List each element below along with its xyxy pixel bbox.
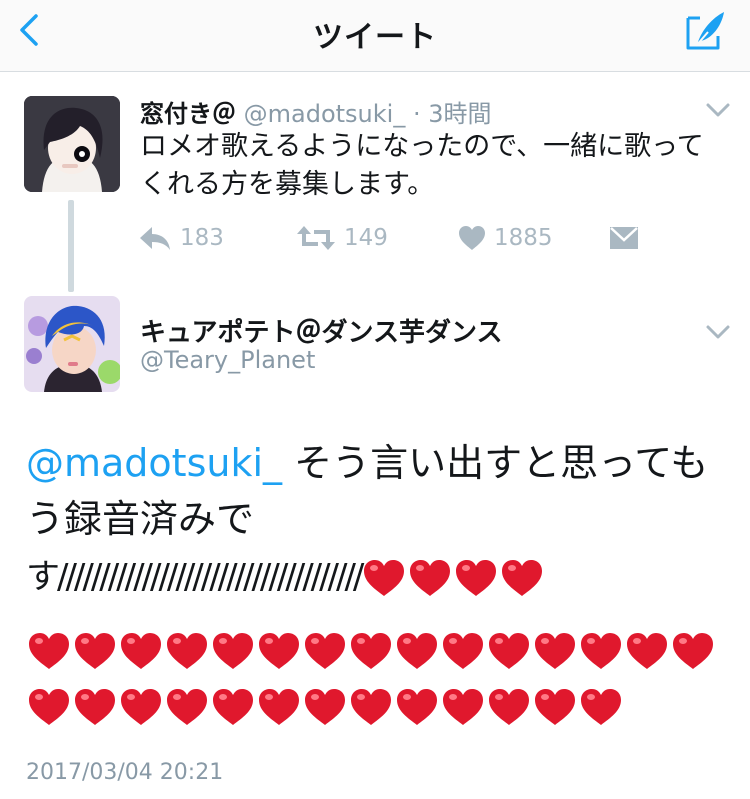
like-heart-icon [459, 226, 485, 250]
tweet2-text-line: す//////////////////////////////////// [26, 547, 726, 605]
retweet-button[interactable]: 149 [296, 218, 388, 258]
tweet1-text-line: ロメオ歌えるようになったので、一緒に歌って [140, 131, 704, 162]
red-heart-emoji-icon [443, 688, 483, 725]
tweet1-time: 3時間 [428, 100, 492, 128]
heart-emoji-block [26, 620, 726, 732]
red-heart-emoji-icon [397, 632, 437, 669]
tweet2-text: @madotsuki_ そう言い出すと思っても う録音済みで す////////… [26, 435, 726, 605]
tweet1-separator: · [405, 100, 429, 128]
red-heart-emoji-icon [75, 688, 115, 725]
thread-connector [68, 200, 74, 292]
red-heart-emoji-icon [75, 632, 115, 669]
red-heart-emoji-icon [397, 688, 437, 725]
tweet2-timestamp: 2017/03/04 20:21 [26, 760, 224, 785]
red-heart-emoji-icon [305, 632, 345, 669]
red-heart-emoji-icon [29, 688, 69, 725]
tweet2-text-line: う録音済みで [26, 497, 255, 541]
tweet2-text-segment: す//////////////////////////////////// [26, 557, 364, 597]
tweet2-text-segment: そう言い出すと思っても [282, 441, 709, 485]
red-heart-emoji-icon [443, 632, 483, 669]
red-heart-emoji-icon [213, 688, 253, 725]
tweet1-display-name[interactable]: 窓付き＠ [140, 100, 236, 128]
avatar[interactable] [24, 96, 120, 192]
like-count: 1885 [494, 225, 553, 251]
reply-button[interactable]: 183 [138, 218, 224, 258]
red-heart-emoji-icon [259, 688, 299, 725]
red-heart-emoji-icon [502, 559, 543, 596]
mention-link[interactable]: @madotsuki_ [26, 441, 282, 485]
tweet2-chevron-down-icon[interactable] [704, 322, 732, 342]
red-heart-emoji-icon [351, 688, 391, 725]
red-heart-emoji-icon [29, 632, 69, 669]
avatar[interactable] [24, 296, 120, 392]
tweet1-header: 窓付き＠ @madotsuki_ · 3時間 [140, 94, 492, 129]
direct-message-button[interactable] [608, 218, 640, 258]
tweet1-text-line: くれる方を募集します。 [140, 169, 435, 200]
red-heart-emoji-icon [581, 632, 621, 669]
avatar-image [24, 296, 120, 392]
red-heart-emoji-icon [673, 632, 713, 669]
tweet1-handle[interactable]: @madotsuki_ [244, 100, 406, 128]
reply-icon [140, 227, 170, 250]
page-title: ツイート [313, 20, 437, 55]
tweet2-text-line: @madotsuki_ そう言い出すと思っても [26, 435, 726, 491]
heart-emoji-row [26, 676, 726, 732]
red-heart-emoji-icon [410, 559, 451, 596]
retweet-icon [297, 226, 335, 250]
red-heart-emoji-icon [535, 688, 575, 725]
tweet1-text: ロメオ歌えるようになったので、一緒に歌って くれる方を募集します。 [140, 128, 730, 204]
tweet1-chevron-down-icon[interactable] [704, 100, 732, 120]
red-heart-emoji-icon [351, 632, 391, 669]
heart-emoji-group [361, 553, 545, 597]
red-heart-emoji-icon [456, 559, 497, 596]
nav-bar: ツイート [0, 0, 750, 72]
red-heart-emoji-icon [167, 632, 207, 669]
red-heart-emoji-icon [581, 688, 621, 725]
envelope-icon [610, 227, 638, 249]
red-heart-emoji-icon [121, 632, 161, 669]
red-heart-emoji-icon [489, 688, 529, 725]
compose-tweet-icon[interactable] [684, 8, 728, 52]
heart-emoji-row [26, 620, 726, 676]
tweet2-display-name[interactable]: キュアポテト＠ダンス芋ダンス [140, 312, 502, 349]
tweet2-handle[interactable]: @Teary_Planet [140, 346, 315, 374]
red-heart-emoji-icon [121, 688, 161, 725]
red-heart-emoji-icon [489, 632, 529, 669]
red-heart-emoji-icon [259, 632, 299, 669]
red-heart-emoji-icon [535, 632, 575, 669]
like-button[interactable]: 1885 [458, 218, 553, 258]
red-heart-emoji-icon [213, 632, 253, 669]
red-heart-emoji-icon [305, 688, 345, 725]
red-heart-emoji-icon [167, 688, 207, 725]
red-heart-emoji-icon [364, 559, 405, 596]
avatar-image [24, 96, 120, 192]
reply-count: 183 [180, 225, 224, 251]
tweet1-actions: 183 149 1885 [138, 218, 698, 258]
red-heart-emoji-icon [627, 632, 667, 669]
retweet-count: 149 [344, 225, 388, 251]
